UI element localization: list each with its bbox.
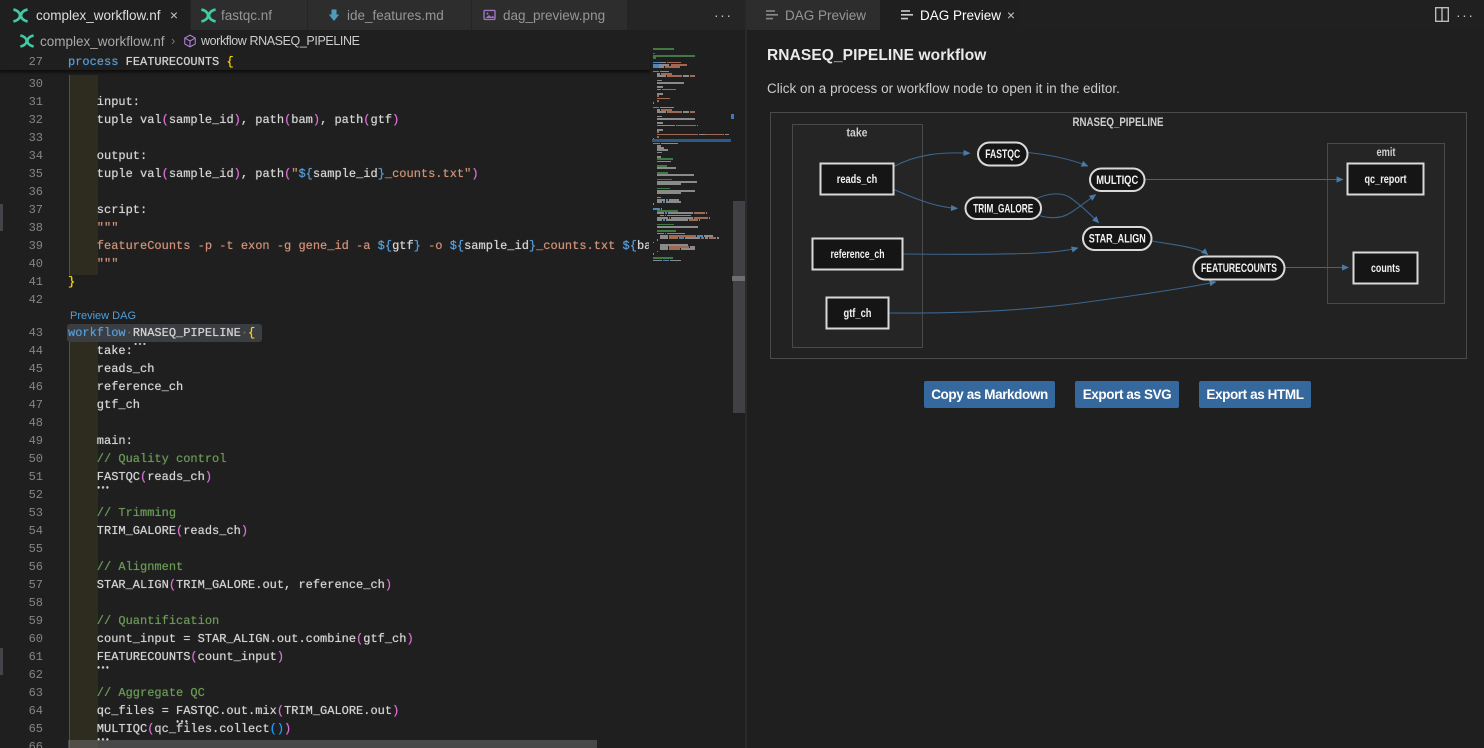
svg-text:emit: emit bbox=[1377, 147, 1396, 159]
svg-text:FEATURECOUNTS: FEATURECOUNTS bbox=[1201, 263, 1277, 275]
svg-text:qc_report: qc_report bbox=[1365, 174, 1407, 186]
svg-text:TRIM_GALORE: TRIM_GALORE bbox=[973, 203, 1033, 215]
svg-text:reference_ch: reference_ch bbox=[831, 249, 885, 261]
svg-text:STAR_ALIGN: STAR_ALIGN bbox=[1089, 234, 1146, 246]
svg-text:gtf_ch: gtf_ch bbox=[844, 308, 872, 320]
svg-text:reads_ch: reads_ch bbox=[837, 174, 878, 186]
svg-text:RNASEQ_PIPELINE: RNASEQ_PIPELINE bbox=[1073, 117, 1164, 129]
svg-text:FASTQC: FASTQC bbox=[985, 149, 1020, 161]
svg-text:take: take bbox=[847, 128, 868, 140]
svg-text:MULTIQC: MULTIQC bbox=[1096, 175, 1138, 187]
svg-text:counts: counts bbox=[1371, 263, 1400, 275]
